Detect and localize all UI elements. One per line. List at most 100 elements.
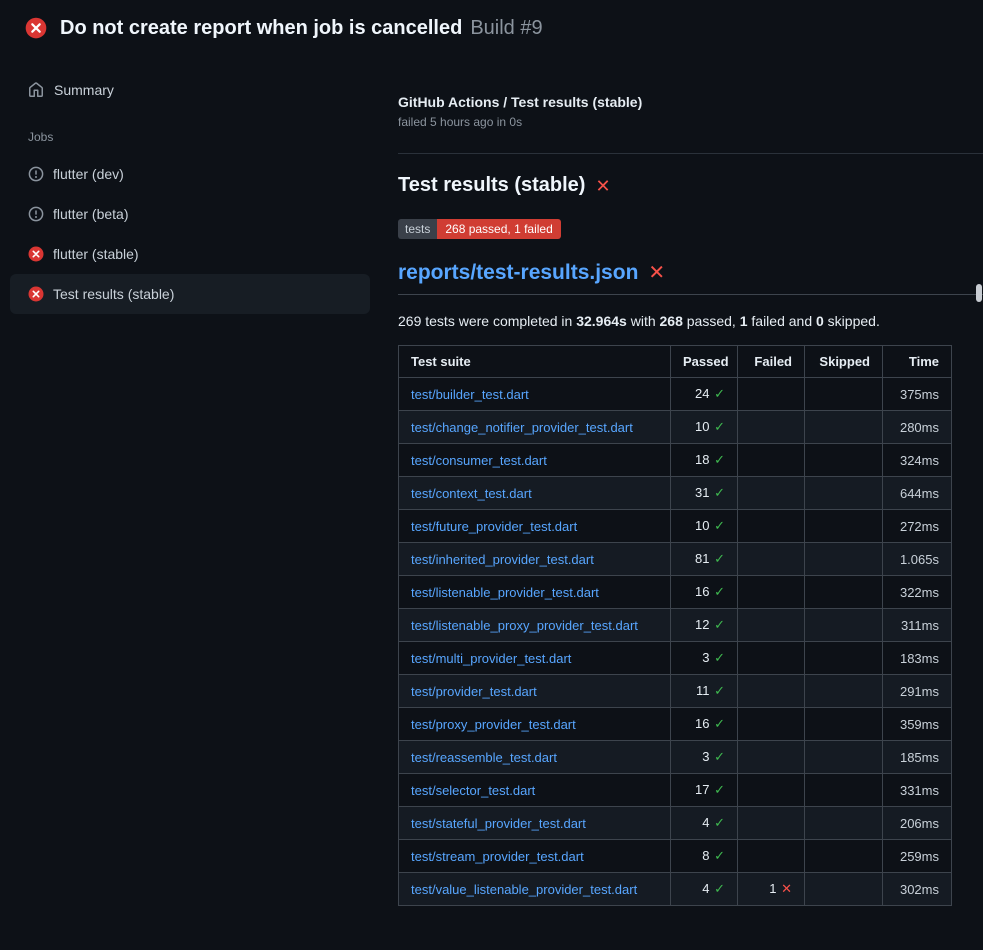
failed-cell: [738, 477, 805, 510]
check-icon: ✓: [714, 386, 725, 401]
sidebar-summary-label: Summary: [54, 82, 114, 98]
suite-link[interactable]: test/value_listenable_provider_test.dart: [411, 882, 637, 897]
suite-link[interactable]: test/multi_provider_test.dart: [411, 651, 571, 666]
sidebar-item-test-results-stable[interactable]: Test results (stable): [10, 274, 370, 314]
check-icon: ✓: [714, 782, 725, 797]
suite-link[interactable]: test/consumer_test.dart: [411, 453, 547, 468]
table-row: test/proxy_provider_test.dart16 ✓359ms: [399, 708, 952, 741]
sidebar-item-flutter-beta[interactable]: flutter (beta): [10, 194, 370, 234]
table-row: test/consumer_test.dart18 ✓324ms: [399, 444, 952, 477]
check-icon: ✓: [714, 452, 725, 467]
summary-sentence: 269 tests were completed in 32.964s with…: [398, 313, 983, 329]
passed-cell: 17 ✓: [671, 774, 738, 807]
skipped-cell: [805, 576, 883, 609]
summary-text: 269 tests were completed in: [398, 313, 576, 329]
sidebar-item-flutter-stable[interactable]: flutter (stable): [10, 234, 370, 274]
report-file-link[interactable]: reports/test-results.json: [398, 261, 638, 285]
skipped-cell: [805, 477, 883, 510]
skipped-cell: [805, 840, 883, 873]
skipped-cell: [805, 774, 883, 807]
suite-link[interactable]: test/proxy_provider_test.dart: [411, 717, 576, 732]
failed-cell: 1 ✕: [738, 873, 805, 906]
suite-link[interactable]: test/builder_test.dart: [411, 387, 529, 402]
suite-link[interactable]: test/listenable_proxy_provider_test.dart: [411, 618, 638, 633]
passed-cell: 16 ✓: [671, 576, 738, 609]
sidebar-item-summary[interactable]: Summary: [0, 68, 380, 112]
report-heading-row: reports/test-results.json ✕: [398, 261, 983, 295]
suite-link[interactable]: test/inherited_provider_test.dart: [411, 552, 594, 567]
failed-cell: [738, 675, 805, 708]
badge-value: 268 passed, 1 failed: [437, 219, 560, 239]
table-row: test/change_notifier_provider_test.dart1…: [399, 411, 952, 444]
col-header-skipped: Skipped: [805, 346, 883, 378]
suite-link[interactable]: test/stateful_provider_test.dart: [411, 816, 586, 831]
suite-cell: test/stateful_provider_test.dart: [399, 807, 671, 840]
check-title-row: Test results (stable) ✕: [398, 174, 983, 197]
check-icon: ✓: [714, 617, 725, 632]
time-cell: 259ms: [883, 840, 952, 873]
check-icon: ✓: [714, 485, 725, 500]
check-icon: ✓: [714, 419, 725, 434]
suite-link[interactable]: test/selector_test.dart: [411, 783, 535, 798]
suite-link[interactable]: test/provider_test.dart: [411, 684, 537, 699]
check-icon: ✓: [714, 683, 725, 698]
suite-cell: test/context_test.dart: [399, 477, 671, 510]
suite-link[interactable]: test/listenable_provider_test.dart: [411, 585, 599, 600]
suite-link[interactable]: test/context_test.dart: [411, 486, 532, 501]
col-header-time: Time: [883, 346, 952, 378]
table-row: test/context_test.dart31 ✓644ms: [399, 477, 952, 510]
suite-cell: test/proxy_provider_test.dart: [399, 708, 671, 741]
suite-link[interactable]: test/reassemble_test.dart: [411, 750, 557, 765]
check-title: Test results (stable): [398, 174, 585, 197]
skipped-cell: [805, 444, 883, 477]
check-run-panel: GitHub Actions / Test results (stable) f…: [398, 56, 983, 906]
jobs-section-label: Jobs: [0, 112, 380, 154]
col-header-test-suite: Test suite: [399, 346, 671, 378]
scrollbar-thumb[interactable]: [976, 284, 982, 302]
passed-cell: 3 ✓: [671, 642, 738, 675]
failed-circle-icon: [28, 286, 44, 302]
time-cell: 324ms: [883, 444, 952, 477]
failed-cell: [738, 774, 805, 807]
time-cell: 331ms: [883, 774, 952, 807]
col-header-passed: Passed: [671, 346, 738, 378]
table-row: test/multi_provider_test.dart3 ✓183ms: [399, 642, 952, 675]
fail-x-icon: ✕: [648, 263, 665, 283]
passed-cell: 10 ✓: [671, 510, 738, 543]
suite-cell: test/inherited_provider_test.dart: [399, 543, 671, 576]
neutral-status-icon: [28, 166, 44, 182]
skipped-cell: [805, 741, 883, 774]
check-icon: ✓: [714, 848, 725, 863]
skipped-cell: [805, 708, 883, 741]
run-meta: failed 5 hours ago in 0s: [398, 115, 983, 129]
page-header: Do not create report when job is cancell…: [0, 0, 983, 56]
passed-cell: 81 ✓: [671, 543, 738, 576]
table-row: test/listenable_proxy_provider_test.dart…: [399, 609, 952, 642]
time-cell: 280ms: [883, 411, 952, 444]
passed-cell: 24 ✓: [671, 378, 738, 411]
summary-failed-count: 1: [740, 313, 748, 329]
check-icon: ✓: [714, 881, 725, 896]
summary-text: failed and: [748, 313, 817, 329]
skipped-cell: [805, 642, 883, 675]
suite-cell: test/change_notifier_provider_test.dart: [399, 411, 671, 444]
time-cell: 206ms: [883, 807, 952, 840]
test-results-table: Test suite Passed Failed Skipped Time te…: [398, 345, 952, 906]
suite-cell: test/provider_test.dart: [399, 675, 671, 708]
table-row: test/selector_test.dart 17 ✓ 331ms: [399, 774, 952, 807]
passed-cell: 31 ✓: [671, 477, 738, 510]
suite-link[interactable]: test/stream_provider_test.dart: [411, 849, 584, 864]
col-header-failed: Failed: [738, 346, 805, 378]
passed-cell: 3 ✓: [671, 741, 738, 774]
suite-cell: test/builder_test.dart: [399, 378, 671, 411]
neutral-status-icon: [28, 206, 44, 222]
failed-cell: [738, 543, 805, 576]
suite-link[interactable]: test/change_notifier_provider_test.dart: [411, 420, 633, 435]
table-row: test/reassemble_test.dart3 ✓185ms: [399, 741, 952, 774]
sidebar-item-flutter-dev[interactable]: flutter (dev): [10, 154, 370, 194]
suite-link[interactable]: test/future_provider_test.dart: [411, 519, 577, 534]
time-cell: 272ms: [883, 510, 952, 543]
failed-cell: [738, 411, 805, 444]
test-table-body: test/builder_test.dart24 ✓375mstest/chan…: [399, 378, 952, 906]
check-icon: ✓: [714, 749, 725, 764]
